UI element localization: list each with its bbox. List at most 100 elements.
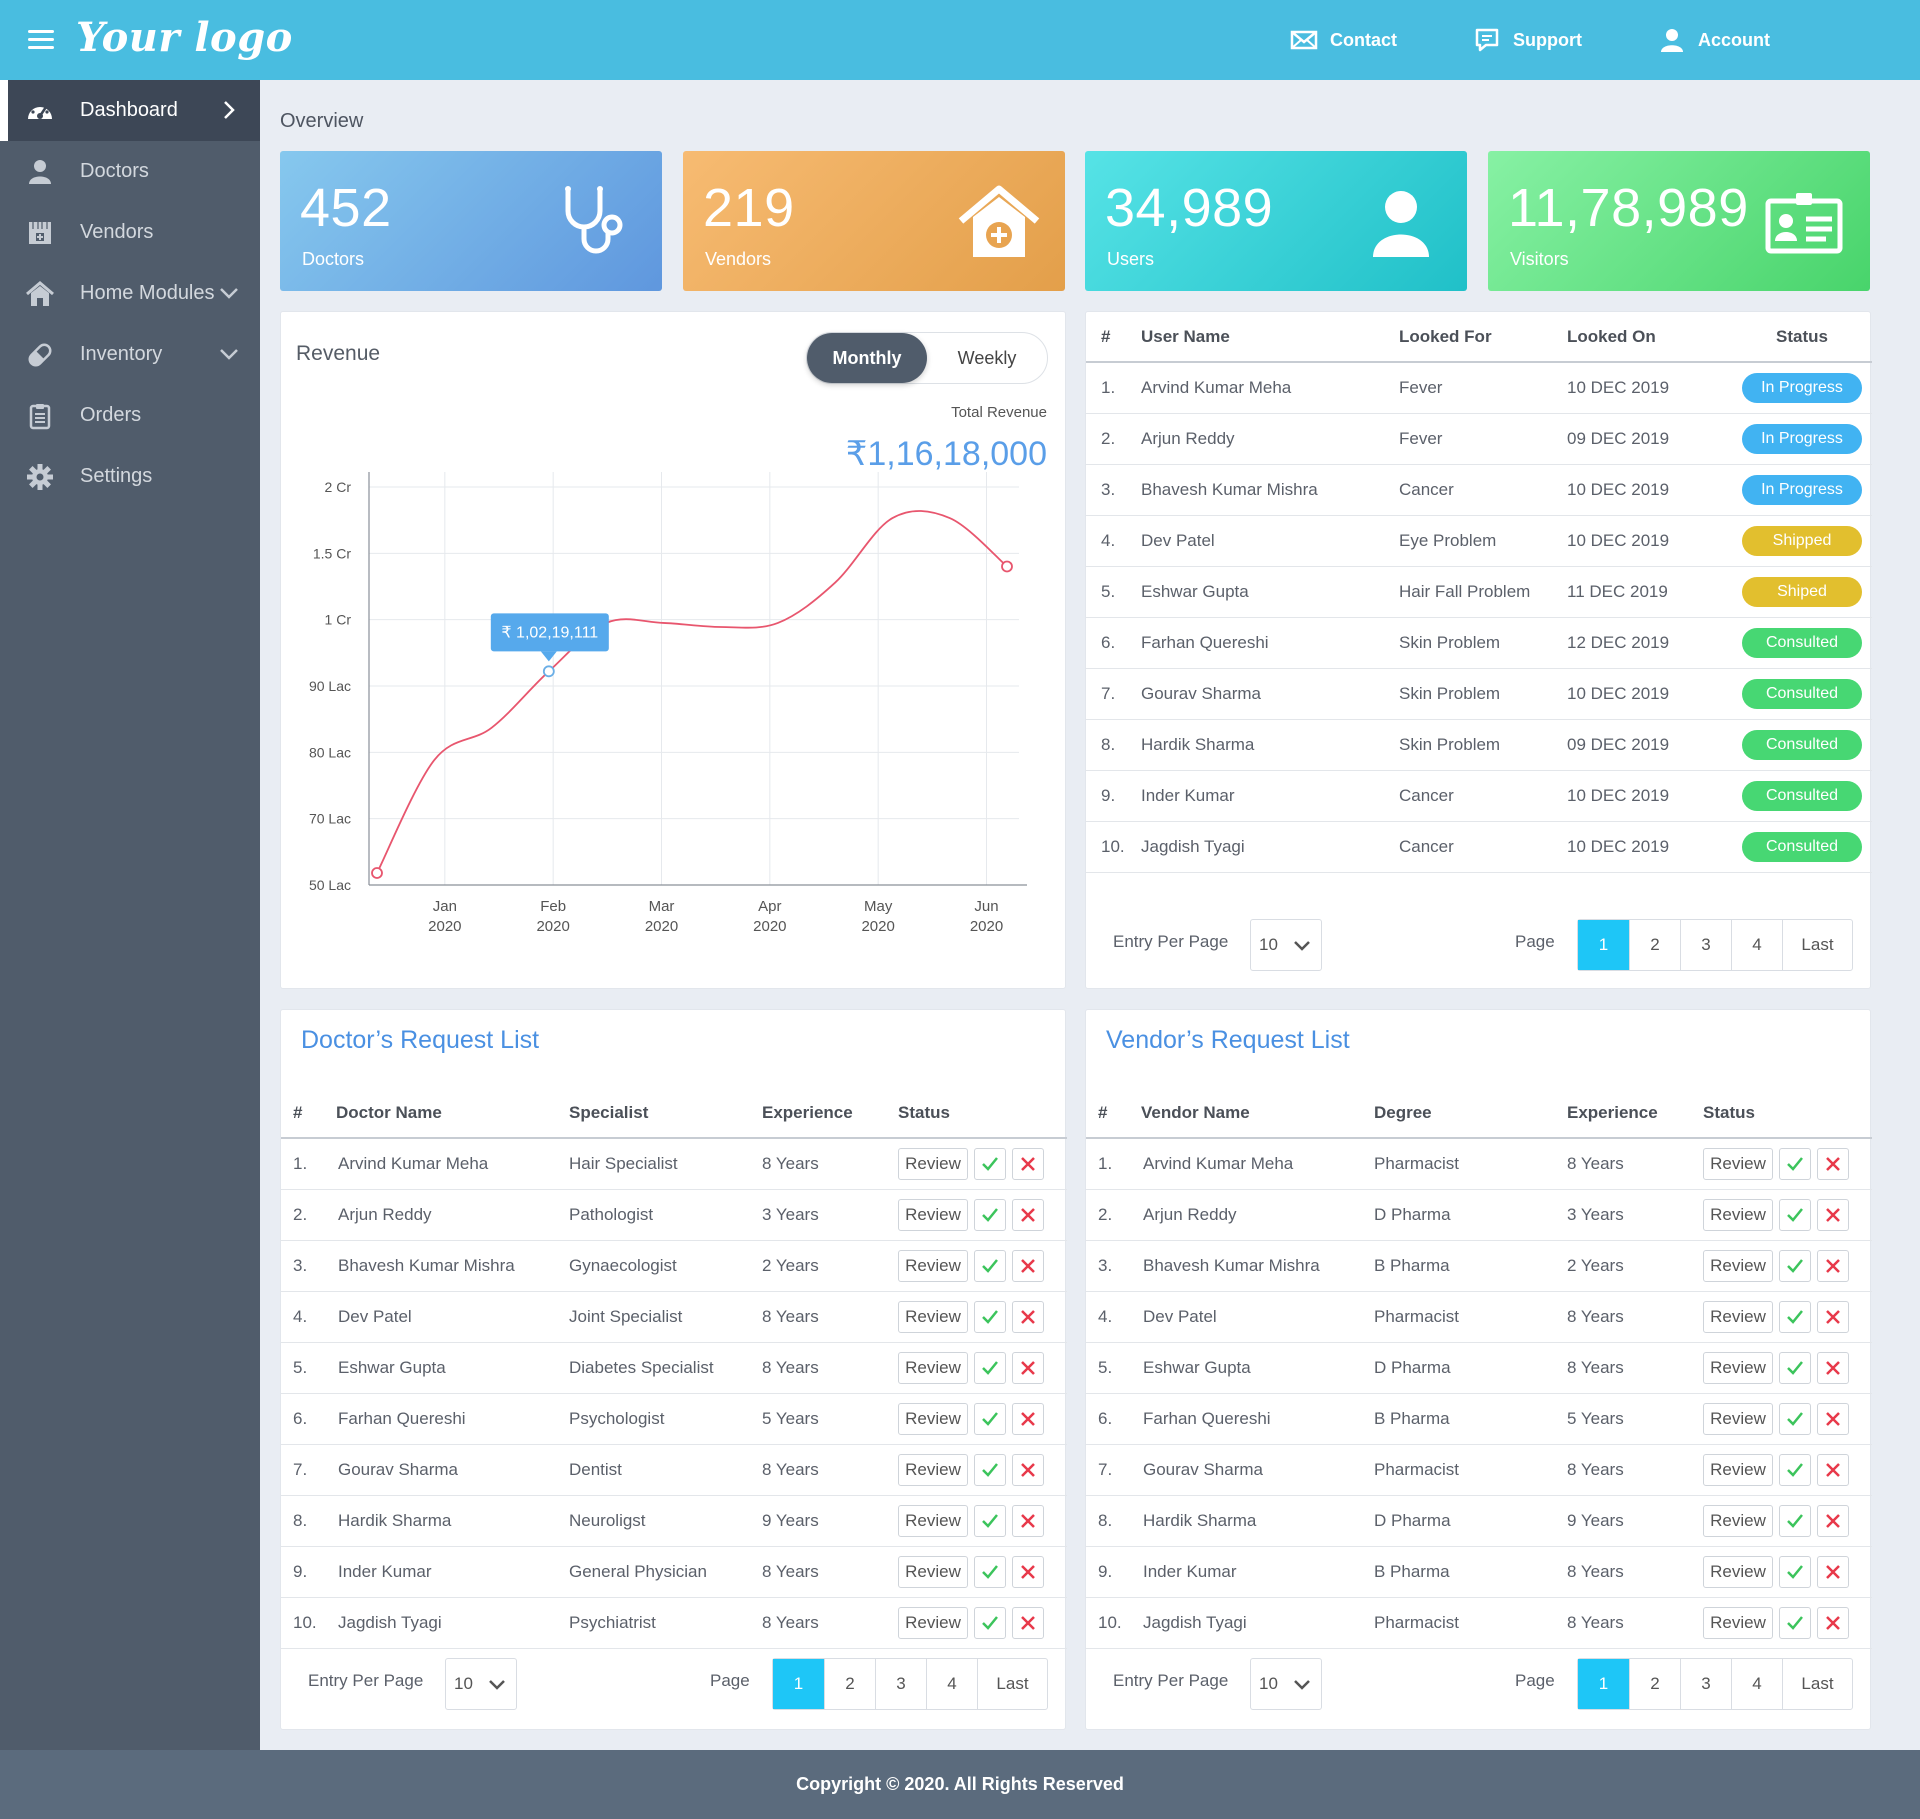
- data-point-highlight[interactable]: [542, 665, 555, 678]
- approve-button[interactable]: [1779, 1300, 1811, 1333]
- review-button[interactable]: Review: [1703, 1555, 1773, 1588]
- review-button[interactable]: Review: [898, 1606, 968, 1639]
- reject-button[interactable]: [1012, 1300, 1044, 1333]
- review-button[interactable]: Review: [898, 1198, 968, 1231]
- review-button[interactable]: Review: [1703, 1606, 1773, 1639]
- page-4-button[interactable]: 4: [926, 1659, 977, 1709]
- reject-button[interactable]: [1817, 1147, 1849, 1180]
- approve-button[interactable]: [974, 1402, 1006, 1435]
- approve-button[interactable]: [974, 1249, 1006, 1282]
- approve-button[interactable]: [1779, 1402, 1811, 1435]
- review-button[interactable]: Review: [1703, 1300, 1773, 1333]
- reject-button[interactable]: [1817, 1351, 1849, 1384]
- page-last-button[interactable]: Last: [1782, 1659, 1852, 1709]
- review-button[interactable]: Review: [1703, 1249, 1773, 1282]
- sidebar-item-dashboard[interactable]: Dashboard: [0, 80, 260, 141]
- page-4-button[interactable]: 4: [1731, 920, 1782, 970]
- stat-card-vendors[interactable]: 219 Vendors: [683, 151, 1065, 291]
- nav-account[interactable]: Account: [1658, 26, 1770, 54]
- stat-card-doctors[interactable]: 452 Doctors: [280, 151, 662, 291]
- review-button[interactable]: Review: [1703, 1147, 1773, 1180]
- stat-card-users[interactable]: 34,989 Users: [1085, 151, 1467, 291]
- entry-per-page-select[interactable]: 10: [445, 1658, 517, 1710]
- review-button[interactable]: Review: [898, 1147, 968, 1180]
- table-row[interactable]: 1. Arvind Kumar Meha Fever 10 DEC 2019 In Pr…: [1086, 362, 1872, 414]
- page-4-button[interactable]: 4: [1731, 1659, 1782, 1709]
- entry-per-page-select[interactable]: 10: [1250, 1658, 1322, 1710]
- review-button[interactable]: Review: [898, 1504, 968, 1537]
- data-point-start[interactable]: [371, 867, 383, 879]
- page-1-button[interactable]: 1: [1578, 1659, 1629, 1709]
- sidebar-item-vendors[interactable]: Vendors: [0, 202, 260, 263]
- review-button[interactable]: Review: [898, 1300, 968, 1333]
- table-row[interactable]: 7. Gourav Sharma Skin Problem 10 DEC 2019 Co…: [1086, 668, 1872, 720]
- approve-button[interactable]: [1779, 1504, 1811, 1537]
- page-3-button[interactable]: 3: [1680, 1659, 1731, 1709]
- review-button[interactable]: Review: [1703, 1198, 1773, 1231]
- review-button[interactable]: Review: [1703, 1402, 1773, 1435]
- approve-button[interactable]: [1779, 1606, 1811, 1639]
- logo[interactable]: Your logo: [76, 14, 293, 61]
- approve-button[interactable]: [1779, 1198, 1811, 1231]
- approve-button[interactable]: [1779, 1249, 1811, 1282]
- approve-button[interactable]: [1779, 1351, 1811, 1384]
- reject-button[interactable]: [1817, 1555, 1849, 1588]
- approve-button[interactable]: [974, 1504, 1006, 1537]
- reject-button[interactable]: [1012, 1402, 1044, 1435]
- reject-button[interactable]: [1012, 1351, 1044, 1384]
- reject-button[interactable]: [1817, 1606, 1849, 1639]
- reject-button[interactable]: [1012, 1147, 1044, 1180]
- approve-button[interactable]: [974, 1453, 1006, 1486]
- review-button[interactable]: Review: [898, 1555, 968, 1588]
- table-row[interactable]: 5. Eshwar Gupta Hair Fall Problem 11 DEC 20…: [1086, 566, 1872, 618]
- data-point-end[interactable]: [1001, 560, 1013, 573]
- review-button[interactable]: Review: [898, 1402, 968, 1435]
- sidebar-item-home-modules[interactable]: Home Modules: [0, 263, 260, 324]
- page-1-button[interactable]: 1: [773, 1659, 824, 1709]
- reject-button[interactable]: [1817, 1300, 1849, 1333]
- sidebar-item-orders[interactable]: Orders: [0, 385, 260, 446]
- approve-button[interactable]: [974, 1351, 1006, 1384]
- nav-contact[interactable]: Contact: [1290, 26, 1397, 54]
- approve-button[interactable]: [974, 1300, 1006, 1333]
- table-row[interactable]: 9. Inder Kumar Cancer 10 DEC 2019 Consulted: [1086, 770, 1872, 822]
- review-button[interactable]: Review: [898, 1351, 968, 1384]
- reject-button[interactable]: [1012, 1555, 1044, 1588]
- reject-button[interactable]: [1817, 1249, 1849, 1282]
- reject-button[interactable]: [1012, 1249, 1044, 1282]
- page-1-button[interactable]: 1: [1578, 920, 1629, 970]
- reject-button[interactable]: [1012, 1606, 1044, 1639]
- page-last-button[interactable]: Last: [1782, 920, 1852, 970]
- sidebar-item-doctors[interactable]: Doctors: [0, 141, 260, 202]
- reject-button[interactable]: [1012, 1198, 1044, 1231]
- page-2-button[interactable]: 2: [824, 1659, 875, 1709]
- hamburger-menu-icon[interactable]: [28, 30, 54, 50]
- table-row[interactable]: 10. Jagdish Tyagi Cancer 10 DEC 2019 Consult…: [1086, 821, 1872, 873]
- stat-card-visitors[interactable]: 11,78,989 Visitors: [1488, 151, 1870, 291]
- page-2-button[interactable]: 2: [1629, 1659, 1680, 1709]
- table-row[interactable]: 3. Bhavesh Kumar Mishra Cancer 10 DEC 2019 I…: [1086, 464, 1872, 516]
- table-row[interactable]: 6. Farhan Quereshi Skin Problem 12 DEC 2019…: [1086, 617, 1872, 669]
- review-button[interactable]: Review: [898, 1249, 968, 1282]
- reject-button[interactable]: [1012, 1453, 1044, 1486]
- approve-button[interactable]: [974, 1198, 1006, 1231]
- entry-per-page-select[interactable]: 10: [1250, 919, 1322, 971]
- table-row[interactable]: 8. Hardik Sharma Skin Problem 09 DEC 2019 Co…: [1086, 719, 1872, 771]
- page-2-button[interactable]: 2: [1629, 920, 1680, 970]
- approve-button[interactable]: [1779, 1453, 1811, 1486]
- review-button[interactable]: Review: [1703, 1504, 1773, 1537]
- approve-button[interactable]: [974, 1555, 1006, 1588]
- table-row[interactable]: 4. Dev Patel Eye Problem 10 DEC 2019 Shipped: [1086, 515, 1872, 567]
- reject-button[interactable]: [1817, 1453, 1849, 1486]
- approve-button[interactable]: [974, 1147, 1006, 1180]
- sidebar-item-inventory[interactable]: Inventory: [0, 324, 260, 385]
- reject-button[interactable]: [1012, 1504, 1044, 1537]
- approve-button[interactable]: [974, 1606, 1006, 1639]
- reject-button[interactable]: [1817, 1198, 1849, 1231]
- approve-button[interactable]: [1779, 1555, 1811, 1588]
- nav-support[interactable]: Support: [1473, 26, 1582, 54]
- review-button[interactable]: Review: [1703, 1351, 1773, 1384]
- table-row[interactable]: 2. Arjun Reddy Fever 09 DEC 2019 In Progress: [1086, 413, 1872, 465]
- reject-button[interactable]: [1817, 1504, 1849, 1537]
- reject-button[interactable]: [1817, 1402, 1849, 1435]
